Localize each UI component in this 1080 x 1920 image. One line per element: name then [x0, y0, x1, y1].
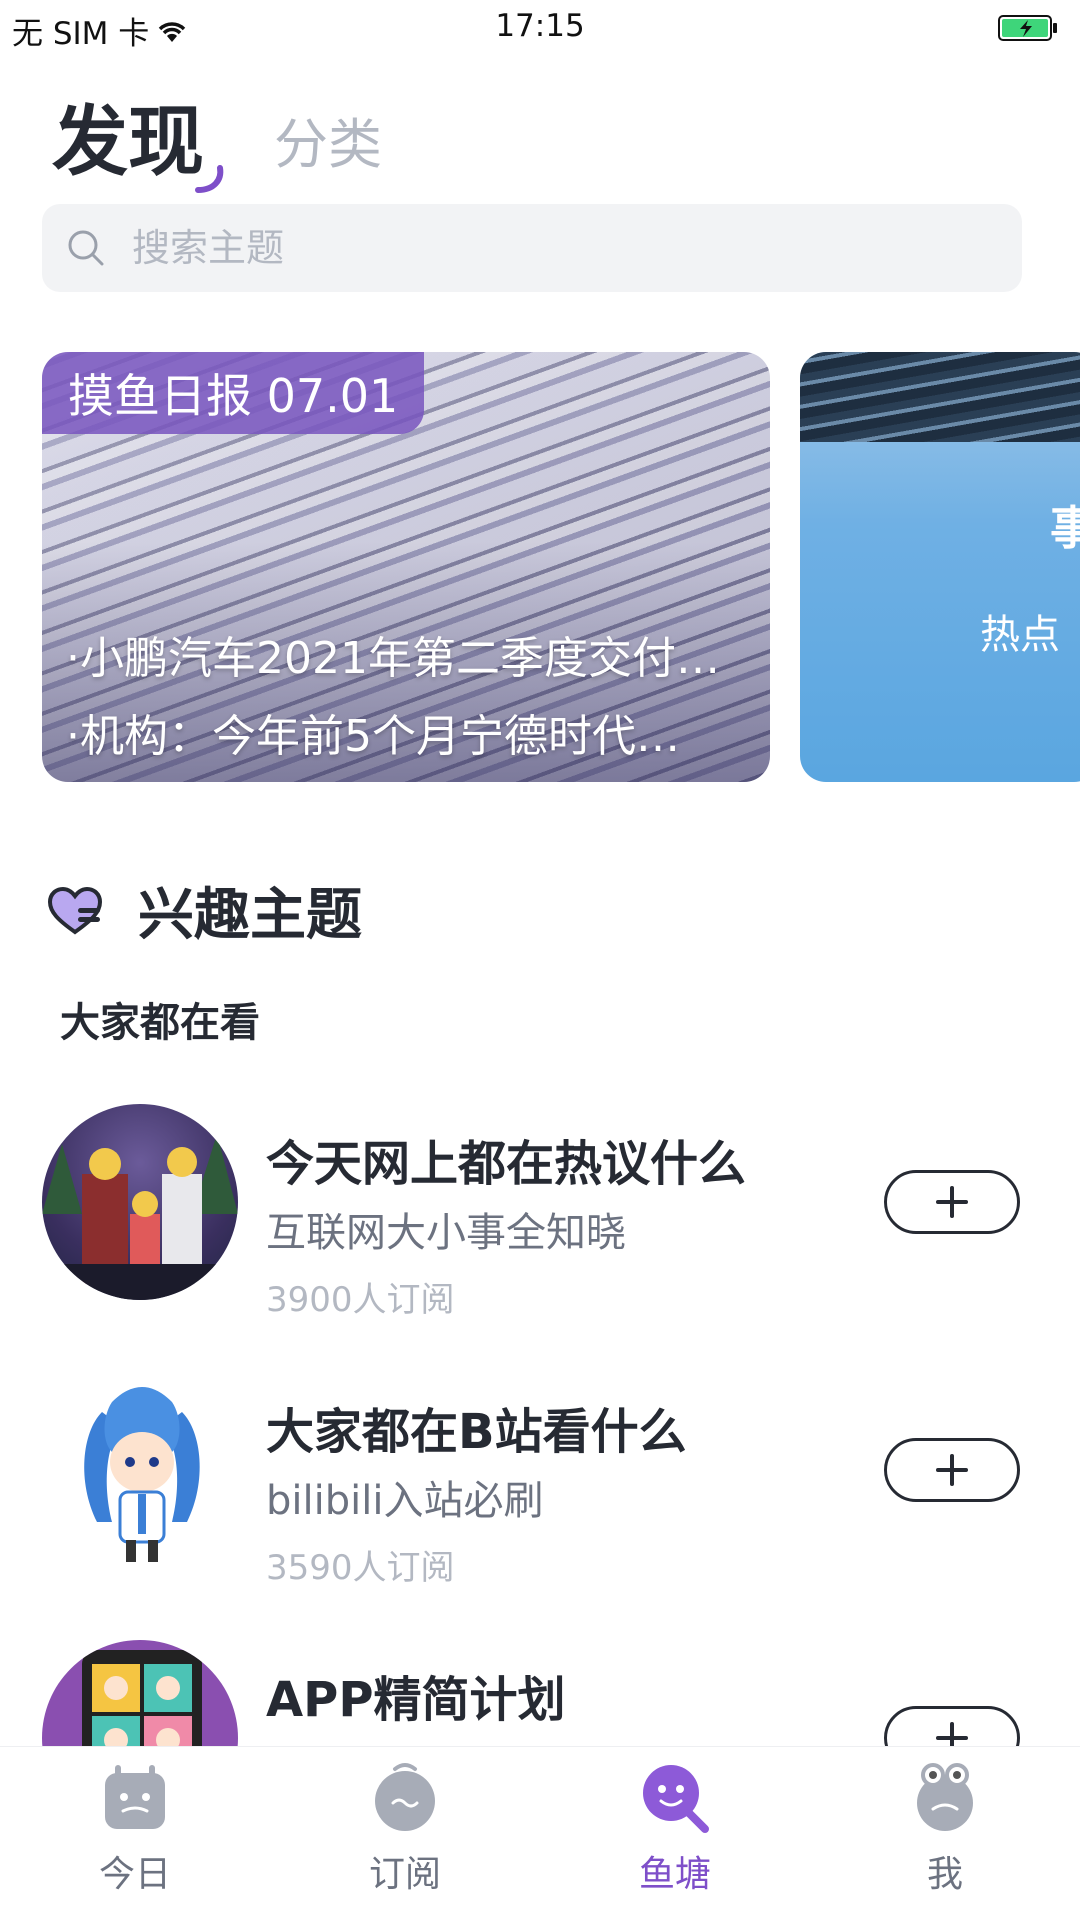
battery-icon: [998, 15, 1057, 41]
list-item[interactable]: 今天网上都在热议什么 互联网大小事全知晓 3900人订阅: [0, 1104, 1080, 1320]
tab-category[interactable]: 分类: [274, 118, 382, 180]
plus-icon: [936, 1186, 968, 1218]
nav-item-today[interactable]: 今日: [0, 1747, 270, 1920]
today-icon: [105, 1765, 165, 1829]
list-item[interactable]: 大家都在B站看什么 bilibili入站必刷 3590人订阅: [0, 1372, 1080, 1588]
banner-tag: 摸鱼日报 07.01: [42, 352, 425, 434]
topic-subscriber-count: 3590人订阅: [266, 1548, 455, 1588]
nav-label-subscribe: 订阅: [368, 1854, 441, 1895]
tab-discover-label: 发现: [52, 97, 204, 186]
tab-indicator-icon: [195, 165, 224, 193]
topic-avatar: [42, 1104, 238, 1300]
banner-title: 事: [1050, 501, 1080, 555]
topic-description: bilibili入站必刷: [266, 1478, 544, 1524]
heart-chat-icon: [47, 886, 103, 934]
nav-item-profile[interactable]: 我: [810, 1747, 1080, 1920]
clock: 17:15: [495, 8, 585, 44]
tab-discover[interactable]: 发现: [52, 104, 224, 193]
header-tabs: 发现 分类: [52, 80, 382, 193]
plus-icon: [936, 1454, 968, 1486]
hot-banner[interactable]: 事 热点: [800, 352, 1080, 782]
nav-label-profile: 我: [926, 1854, 963, 1895]
subscribe-button[interactable]: [884, 1438, 1020, 1502]
section-header: 兴趣主题: [46, 870, 362, 951]
subscribe-icon: [375, 1763, 435, 1831]
search-icon: [68, 230, 104, 266]
nav-label-fishpond: 鱼塘: [638, 1854, 711, 1895]
topic-title: 大家都在B站看什么: [266, 1404, 687, 1460]
topic-title: 今天网上都在热议什么: [266, 1136, 747, 1192]
search-bar[interactable]: [42, 204, 1022, 292]
profile-icon: [917, 1763, 973, 1831]
status-bar: 无 SIM 卡 17:15: [0, 0, 1080, 56]
nav-item-subscribe[interactable]: 订阅: [270, 1747, 540, 1920]
topic-title: APP精简计划: [266, 1672, 566, 1728]
banner-subtitle: 热点: [980, 612, 1060, 658]
nav-label-today: 今日: [98, 1854, 171, 1895]
daily-banner[interactable]: 摸鱼日报 07.01 ·小鹏汽车2021年第二季度交付… ·机构：今年前5个月宁…: [42, 352, 770, 782]
fishpond-icon: [643, 1765, 709, 1833]
nav-item-fishpond[interactable]: 鱼塘: [540, 1747, 810, 1920]
topic-avatar: [42, 1372, 238, 1568]
topic-description: 互联网大小事全知晓: [266, 1210, 626, 1256]
section-title: 兴趣主题: [138, 883, 362, 948]
search-input[interactable]: [132, 226, 932, 270]
topic-subscriber-count: 3900人订阅: [266, 1280, 455, 1320]
bottom-nav: 今日 订阅 鱼塘 我: [0, 1746, 1080, 1920]
section-subtitle: 大家都在看: [60, 1000, 260, 1046]
banner-headline: ·小鹏汽车2021年第二季度交付…: [66, 633, 720, 684]
subscribe-button[interactable]: [884, 1170, 1020, 1234]
banner-image: [800, 352, 1080, 442]
banner-headline: ·机构：今年前5个月宁德时代…: [66, 711, 680, 762]
